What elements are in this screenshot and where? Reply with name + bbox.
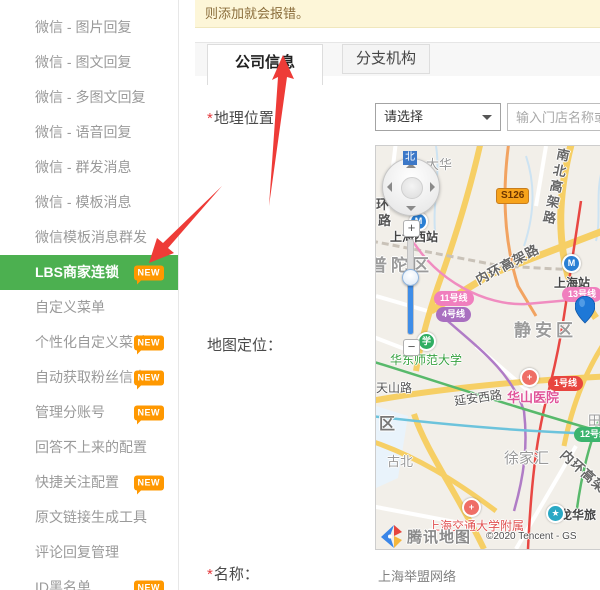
sidebar-item[interactable]: 自动获取粉丝信息 NEW — [0, 360, 178, 395]
field-label-map-position: 地图定位： — [207, 337, 283, 354]
map-label: 徐家汇 — [504, 450, 550, 467]
sidebar-item[interactable]: 快捷关注配置 NEW — [0, 465, 178, 500]
pan-left-icon[interactable] — [387, 182, 392, 192]
map-line-badge: 4号线 — [436, 307, 472, 322]
sidebar-menu: 微信 - 图片回复 微信 - 图文回复 微信 - 多图文回复 微信 - 语音回复 微信 … — [0, 0, 178, 590]
map-pan-control — [382, 158, 440, 216]
pan-right-icon[interactable] — [430, 182, 435, 192]
sidebar-item[interactable]: 微信 - 图片回复 — [0, 10, 178, 45]
map-pin-icon[interactable] — [575, 296, 595, 324]
new-badge: NEW — [133, 265, 164, 284]
map-label: 区 — [379, 416, 396, 433]
map-copyright: ©2020 Tencent - GS — [486, 531, 577, 542]
app-root: 微信 - 图片回复 微信 - 图文回复 微信 - 多图文回复 微信 - 语音回复 微信 … — [0, 0, 600, 590]
warning-banner: 则添加就会报错。 — [195, 0, 600, 28]
map-line-badge: S126 — [496, 188, 530, 204]
warning-text: 则添加就会报错。 — [205, 6, 310, 21]
map-label: 华东师范大学 — [390, 353, 463, 367]
sidebar-item-label: 微信 - 语音回复 — [35, 124, 132, 140]
sidebar-item[interactable]: 回答不上来的配置 — [0, 430, 178, 465]
sidebar-item[interactable]: 原文链接生成工具 — [0, 500, 178, 535]
store-search-input[interactable] — [507, 103, 600, 131]
map-label: 古北 — [387, 454, 414, 469]
tencent-maps-wordmark: 腾讯地图 — [407, 529, 472, 546]
tab-bar: 公司信息 分支机构 — [195, 42, 600, 85]
sidebar-item[interactable]: 微信 - 多图文回复 — [0, 80, 178, 115]
metro-icon: M — [562, 254, 581, 273]
required-mark: * — [207, 110, 213, 127]
map-line-badge: 11号线 — [434, 291, 474, 306]
zoom-slider-track[interactable] — [407, 239, 414, 335]
sidebar-item[interactable]: 微信 - 模板消息 — [0, 185, 178, 220]
sidebar-item-label: 回答不上来的配置 — [35, 439, 147, 455]
pan-down-icon[interactable] — [406, 206, 416, 211]
sidebar-item-label: LBS商家连锁 — [35, 264, 119, 280]
sidebar-item-label: 快捷关注配置 — [35, 474, 119, 490]
pan-center-button[interactable] — [401, 177, 423, 199]
sidebar-item-label: 原文链接生成工具 — [35, 509, 147, 525]
map-label: 路 — [378, 213, 392, 228]
sidebar-item-label: 个性化自定义菜单 — [35, 334, 147, 350]
sidebar-item[interactable]: 微信模板消息群发 — [0, 220, 178, 255]
company-name-value: 上海举盟网络 — [378, 569, 457, 584]
sidebar-item-label: 管理分账号 — [35, 404, 105, 420]
sidebar-item[interactable]: 个性化自定义菜单 NEW — [0, 325, 178, 360]
sidebar-item[interactable]: 微信 - 语音回复 — [0, 115, 178, 150]
map-label: 龙华旅 — [560, 508, 597, 522]
map-line-badge: 1号线 — [548, 376, 584, 391]
store-select-dropdown[interactable]: 请选择 — [375, 103, 501, 131]
field-label-location: *地理位置： — [207, 110, 289, 127]
map-label: 天山路 — [376, 381, 413, 395]
map-line-badge: 12号线 — [574, 427, 600, 442]
map-canvas[interactable]: 大华环路南北高架路 上海西站 内环高架路 普陀区 上海站 静安区 华东师范大学 天山路 延安西路… — [375, 145, 600, 550]
north-indicator: 北 — [403, 151, 417, 165]
new-badge: NEW — [133, 335, 164, 354]
sidebar-item-label: 自定义菜单 — [35, 299, 105, 315]
tab-branches[interactable]: 分支机构 — [342, 44, 431, 74]
map-label: 静安区 — [514, 321, 577, 340]
field-label-name: *名称： — [207, 566, 259, 583]
sidebar-item[interactable]: 微信 - 群发消息 — [0, 150, 178, 185]
zoom-in-button[interactable]: + — [403, 220, 420, 237]
sidebar-item-label: 自动获取粉丝信息 — [35, 369, 147, 385]
sidebar-item[interactable]: LBS商家连锁 NEW — [0, 255, 178, 290]
tencent-maps-logo — [381, 525, 402, 548]
zoom-out-button[interactable]: − — [403, 339, 420, 356]
chevron-down-icon — [482, 115, 492, 120]
sidebar-item-label: 微信模板消息群发 — [35, 229, 147, 245]
zoom-slider-fill — [408, 284, 413, 334]
hospital-icon: + — [462, 498, 481, 517]
select-value: 请选择 — [384, 109, 424, 124]
new-badge: NEW — [133, 405, 164, 424]
sidebar-item-label: 微信 - 多图文回复 — [35, 89, 146, 105]
sidebar-item[interactable]: ID黑名单 NEW — [0, 570, 178, 590]
sidebar-item-label: 评论回复管理 — [35, 544, 119, 560]
new-badge: NEW — [133, 580, 164, 590]
sidebar-item-label: ID黑名单 — [35, 579, 91, 590]
zoom-slider-handle[interactable] — [402, 269, 419, 286]
sidebar-item-label: 微信 - 图文回复 — [35, 54, 132, 70]
sidebar-item[interactable]: 微信 - 图文回复 — [0, 45, 178, 80]
tab-company-info[interactable]: 公司信息 — [207, 44, 324, 85]
new-badge: NEW — [133, 475, 164, 494]
sidebar-item-label: 微信 - 模板消息 — [35, 194, 132, 210]
required-mark: * — [207, 566, 213, 583]
sidebar-item-label: 微信 - 群发消息 — [35, 159, 132, 175]
sidebar-item[interactable]: 管理分账号 NEW — [0, 395, 178, 430]
sidebar: 微信 - 图片回复 微信 - 图文回复 微信 - 多图文回复 微信 - 语音回复 微信 … — [0, 0, 179, 590]
poi-icon: ★ — [546, 504, 565, 523]
sidebar-item[interactable]: 自定义菜单 — [0, 290, 178, 325]
new-badge: NEW — [133, 370, 164, 389]
hospital-icon: + — [520, 368, 539, 387]
sidebar-item[interactable]: 评论回复管理 — [0, 535, 178, 570]
sidebar-item-label: 微信 - 图片回复 — [35, 19, 132, 35]
